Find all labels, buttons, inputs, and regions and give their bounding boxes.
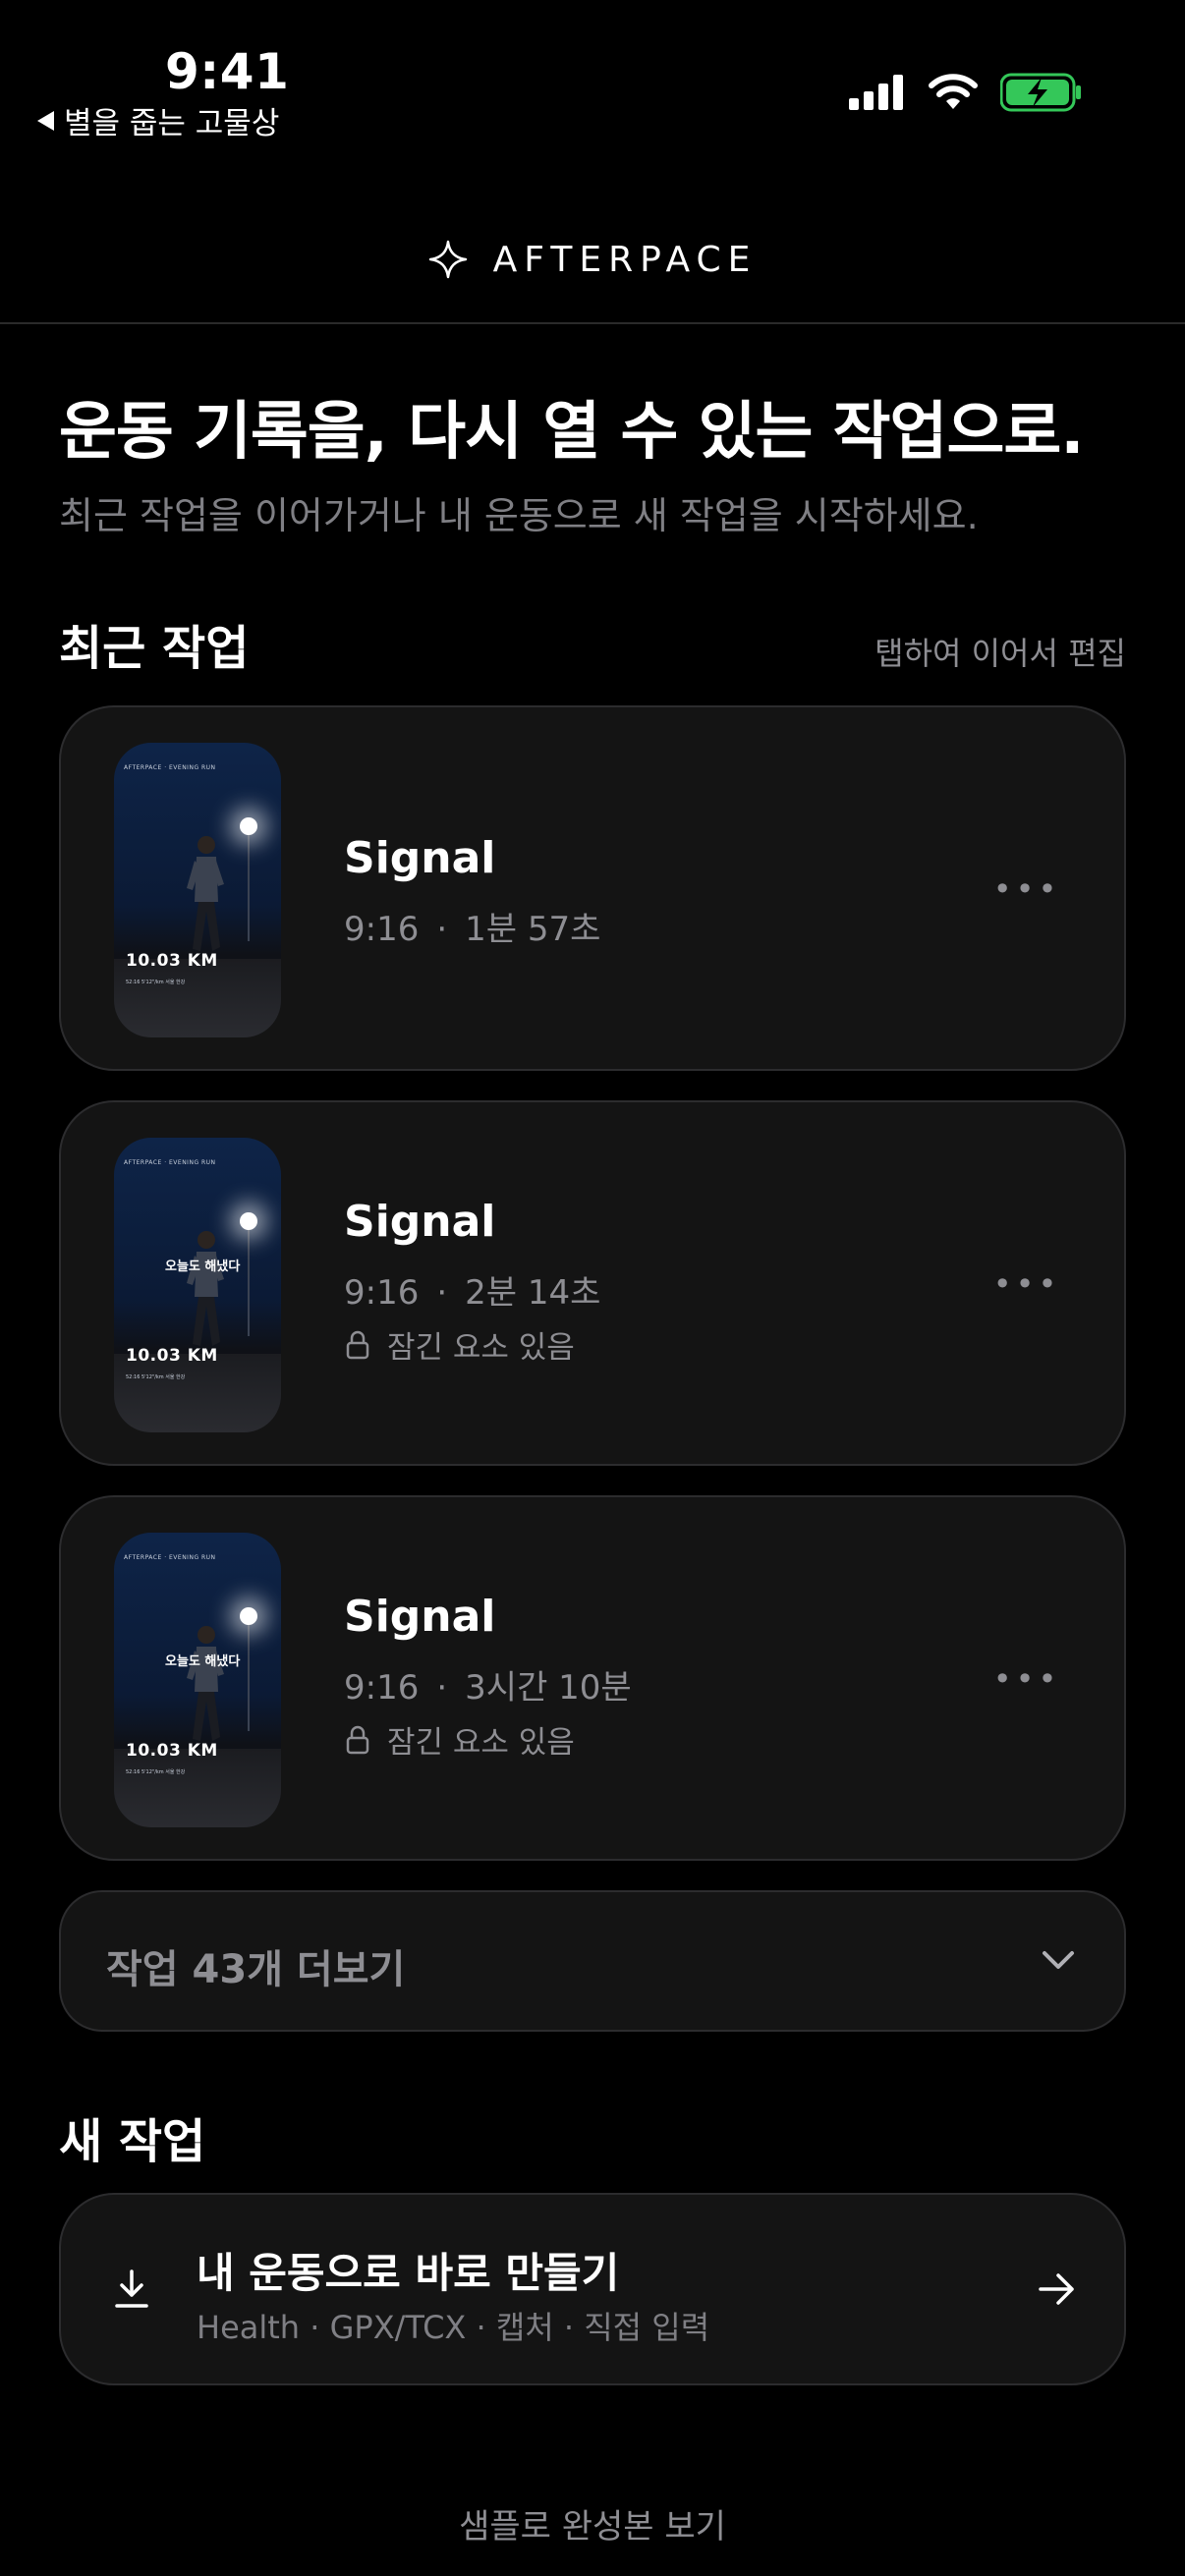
project-meta: 9:16 · 2분 14초 bbox=[344, 1265, 600, 1314]
show-more-projects-button[interactable]: 작업 43개 더보기 bbox=[59, 1890, 1126, 2032]
sparkle-icon bbox=[428, 240, 467, 279]
new-work-section-header: 새 작업 bbox=[59, 2102, 1126, 2171]
lock-icon bbox=[346, 1725, 369, 1754]
more-icon[interactable]: ••• bbox=[993, 1260, 1057, 1309]
status-time: 9:41 bbox=[165, 43, 290, 100]
recent-section-title: 최근 작업 bbox=[59, 621, 250, 676]
thumbnail-stats: 52:16 5'12"/km 서울 한강 bbox=[126, 1374, 186, 1380]
show-more-label: 작업 43개 더보기 bbox=[106, 1947, 406, 1992]
meta-separator: · bbox=[436, 1273, 448, 1313]
thumbnail-lamp-pole bbox=[248, 1623, 250, 1731]
thumbnail-overlay-text: 오늘도 해냈다 bbox=[165, 1654, 241, 1669]
project-ratio: 9:16 bbox=[344, 1668, 420, 1708]
battery-charging-icon bbox=[1000, 73, 1081, 112]
new-work-title: 새 작업 bbox=[59, 2114, 206, 2169]
arrow-right-icon bbox=[1039, 2273, 1074, 2305]
thumbnail-caption: AFTERPACE · EVENING RUN bbox=[124, 764, 216, 771]
thumbnail-lamp bbox=[240, 1212, 257, 1230]
project-title: Signal bbox=[344, 1197, 496, 1247]
project-thumbnail: AFTERPACE · EVENING RUN 오늘도 해냈다 10.03 KM… bbox=[114, 1138, 281, 1432]
project-meta: 9:16 · 1분 57초 bbox=[344, 902, 600, 950]
project-thumbnail: AFTERPACE · EVENING RUN 10.03 KM 52:16 5… bbox=[114, 743, 281, 1037]
meta-separator: · bbox=[436, 1668, 448, 1708]
thumbnail-lamp bbox=[240, 817, 257, 835]
sample-preview-link[interactable]: 샘플로 완성본 보기 bbox=[0, 2499, 1185, 2548]
back-triangle-icon bbox=[37, 110, 54, 131]
recent-section-header: 최근 작업 탭하여 이어서 편집 bbox=[59, 609, 1126, 678]
thumbnail-stats: 52:16 5'12"/km 서울 한강 bbox=[126, 1769, 186, 1775]
create-from-workout-button[interactable]: 내 운동으로 바로 만들기 Health · GPX/TCX · 캡처 · 직접… bbox=[59, 2193, 1126, 2385]
project-card[interactable]: AFTERPACE · EVENING RUN 10.03 KM 52:16 5… bbox=[59, 705, 1126, 1071]
project-card[interactable]: AFTERPACE · EVENING RUN 오늘도 해냈다 10.03 KM… bbox=[59, 1495, 1126, 1861]
project-title: Signal bbox=[344, 1592, 496, 1642]
brand-name: AFTERPACE bbox=[492, 239, 758, 280]
project-duration: 1분 57초 bbox=[465, 910, 601, 949]
thumbnail-caption: AFTERPACE · EVENING RUN bbox=[124, 1554, 216, 1561]
thumbnail-overlay-text: 오늘도 해냈다 bbox=[165, 1260, 241, 1274]
project-duration: 2분 14초 bbox=[465, 1273, 601, 1313]
screen: 9:41 별을 줍는 고물상 AFTERPACE 운동 기록을, 다시 열 수 … bbox=[0, 0, 1185, 2576]
app-header: AFTERPACE bbox=[0, 196, 1185, 324]
locked-label: 잠긴 요소 있음 bbox=[387, 1725, 575, 1761]
create-card-title: 내 운동으로 바로 만들기 bbox=[197, 2249, 620, 2297]
back-to-app-button[interactable]: 별을 줍는 고물상 bbox=[37, 98, 279, 142]
locked-label: 잠긴 요소 있음 bbox=[387, 1330, 575, 1366]
project-meta: 9:16 · 3시간 10분 bbox=[344, 1660, 632, 1708]
recent-section-hint: 탭하여 이어서 편집 bbox=[875, 635, 1126, 672]
thumbnail-lamp-pole bbox=[248, 833, 250, 941]
thumbnail-lamp bbox=[240, 1607, 257, 1625]
project-ratio: 9:16 bbox=[344, 1273, 420, 1313]
project-title: Signal bbox=[344, 833, 496, 883]
thumbnail-caption: AFTERPACE · EVENING RUN bbox=[124, 1159, 216, 1166]
meta-separator: · bbox=[436, 910, 448, 949]
project-thumbnail: AFTERPACE · EVENING RUN 오늘도 해냈다 10.03 KM… bbox=[114, 1533, 281, 1827]
locked-elements-notice: 잠긴 요소 있음 bbox=[346, 1717, 575, 1762]
thumbnail-stats: 52:16 5'12"/km 서울 한강 bbox=[126, 980, 186, 985]
page-subtitle: 최근 작업을 이어가거나 내 운동으로 새 작업을 시작하세요. bbox=[59, 494, 979, 537]
create-card-subtitle: Health · GPX/TCX · 캡처 · 직접 입력 bbox=[197, 2309, 710, 2346]
status-indicators bbox=[849, 73, 1083, 112]
locked-elements-notice: 잠긴 요소 있음 bbox=[346, 1322, 575, 1367]
project-ratio: 9:16 bbox=[344, 910, 420, 949]
project-duration: 3시간 10분 bbox=[465, 1668, 632, 1708]
thumbnail-distance: 10.03 KM bbox=[126, 951, 218, 971]
page-title: 운동 기록을, 다시 열 수 있는 작업으로. bbox=[59, 396, 1085, 469]
project-card[interactable]: AFTERPACE · EVENING RUN 오늘도 해냈다 10.03 KM… bbox=[59, 1100, 1126, 1466]
download-icon bbox=[115, 2269, 148, 2308]
thumbnail-lamp-pole bbox=[248, 1228, 250, 1336]
chevron-down-icon bbox=[1043, 1951, 1074, 1969]
thumbnail-distance: 10.03 KM bbox=[126, 1741, 218, 1761]
lock-icon bbox=[346, 1330, 369, 1359]
wifi-icon bbox=[929, 74, 978, 109]
thumbnail-distance: 10.03 KM bbox=[126, 1346, 218, 1366]
more-icon[interactable]: ••• bbox=[993, 865, 1057, 914]
more-icon[interactable]: ••• bbox=[993, 1654, 1057, 1704]
signal-icon bbox=[849, 75, 903, 110]
back-app-label: 별을 줍는 고물상 bbox=[64, 106, 280, 141]
